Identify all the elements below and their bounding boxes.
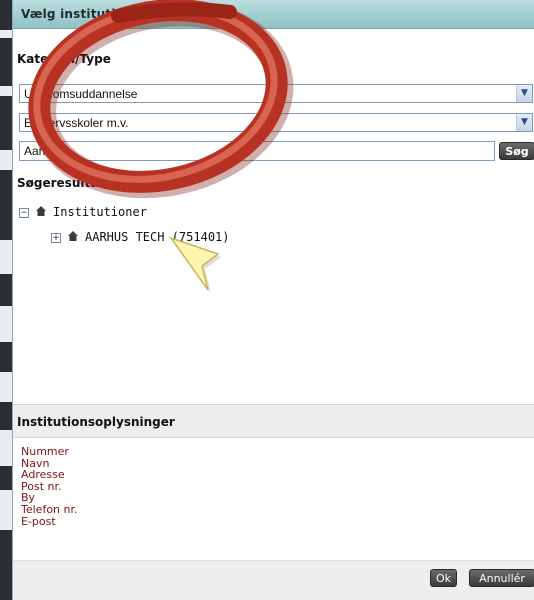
institution-info-header: Institutionsoplysninger — [13, 404, 534, 438]
search-results-heading: Søgeresultat — [17, 176, 105, 190]
search-input[interactable] — [20, 142, 494, 160]
dropdown-arrow-icon[interactable]: ▼ — [516, 85, 532, 102]
cancel-button[interactable]: Annullér — [469, 569, 534, 587]
house-icon — [67, 230, 79, 245]
dropdown-arrow-icon[interactable]: ▼ — [516, 114, 532, 131]
category-select[interactable]: Ungdomsuddannelse ▼ — [19, 84, 533, 103]
institution-tree: − Institutioner + AARHUS TECH (751401) — [13, 200, 534, 400]
choose-institution-dialog: Vælg institution Kategori/Type Ungdomsud… — [12, 0, 534, 600]
dialog-title: Vælg institution — [21, 7, 133, 21]
dialog-footer: Ok Annullér — [13, 560, 534, 600]
dialog-titlebar[interactable]: Vælg institution — [13, 0, 534, 29]
house-icon — [35, 205, 47, 220]
category-type-heading: Kategori/Type — [17, 52, 111, 66]
search-input-wrapper[interactable] — [19, 141, 495, 161]
info-field-phone: Telefon nr. — [21, 502, 78, 516]
info-field-number: Nummer — [21, 445, 69, 458]
background-strip-segment — [0, 150, 12, 170]
institution-info-fields: Nummer Navn Adresse Post nr. By Telefon … — [21, 446, 78, 527]
tree-node-child[interactable]: + AARHUS TECH (751401) — [51, 230, 230, 245]
search-button[interactable]: Søg — [499, 142, 534, 160]
background-strip-segment — [0, 490, 12, 530]
info-field-email: E-post — [21, 514, 56, 528]
background-strip-segment — [0, 240, 12, 274]
type-select-value: Erhvervsskoler m.v. — [24, 116, 129, 130]
institution-info-heading: Institutionsoplysninger — [17, 415, 175, 429]
expand-toggle-icon[interactable]: + — [51, 232, 61, 243]
collapse-toggle-icon[interactable]: − — [19, 207, 29, 218]
background-page-strip — [0, 0, 12, 600]
background-strip-segment — [0, 30, 12, 38]
background-strip-segment — [0, 372, 12, 402]
tree-child-label[interactable]: AARHUS TECH (751401) — [85, 230, 230, 244]
category-select-value: Ungdomsuddannelse — [24, 87, 138, 101]
background-strip-segment — [0, 86, 12, 96]
tree-node-root[interactable]: − Institutioner — [19, 205, 147, 220]
background-strip-segment — [0, 306, 12, 342]
ok-button[interactable]: Ok — [430, 569, 457, 587]
tree-root-label[interactable]: Institutioner — [53, 205, 147, 219]
background-strip-segment — [0, 430, 12, 466]
type-select[interactable]: Erhvervsskoler m.v. ▼ — [19, 113, 533, 132]
